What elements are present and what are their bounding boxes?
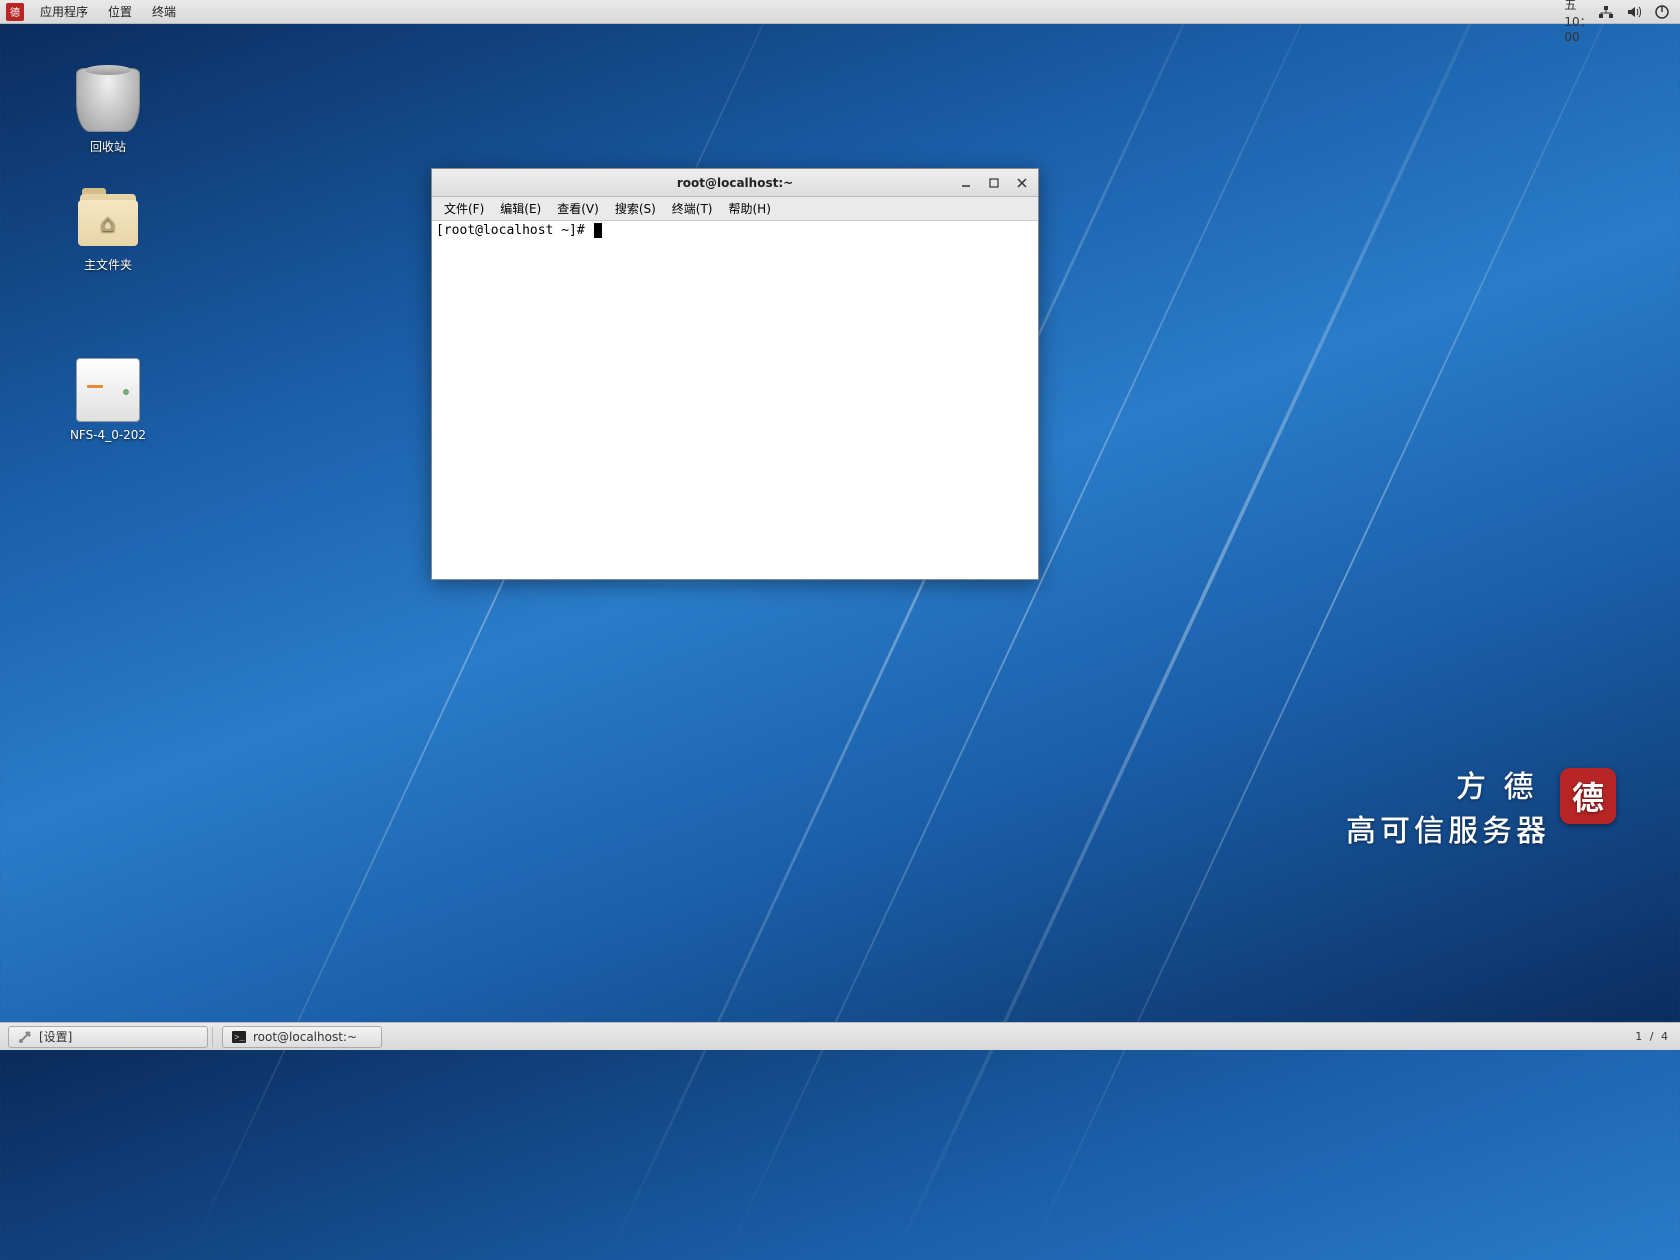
top-panel-left: 德 应用程序 位置 终端 [0, 0, 186, 23]
menu-terminal[interactable]: 终端(T) [664, 197, 721, 220]
distro-logo-icon[interactable]: 德 [6, 3, 24, 21]
terminal-window: root@localhost:~ 文件(F) 编辑(E) 查看(V) 搜索(S)… [431, 168, 1039, 580]
menu-terminal[interactable]: 终端 [142, 0, 186, 23]
network-icon[interactable] [1598, 4, 1614, 20]
bottom-panel-right: 1 / 4 [1625, 1030, 1680, 1043]
menu-applications[interactable]: 应用程序 [30, 0, 98, 23]
close-button[interactable] [1010, 173, 1034, 193]
desktop-icon-trash[interactable]: 回收站 [48, 68, 168, 155]
workspace-indicator[interactable]: 1 / 4 [1635, 1030, 1670, 1043]
top-panel: 德 应用程序 位置 终端 星期五 10：00 [0, 0, 1680, 24]
volume-icon[interactable] [1626, 4, 1642, 20]
watermark-logo-icon: 德 [1560, 768, 1616, 824]
menu-search[interactable]: 搜索(S) [607, 197, 664, 220]
desktop-icon-nfs[interactable]: NFS-4_0-202 [48, 358, 168, 442]
menu-places[interactable]: 位置 [98, 0, 142, 23]
terminal-cursor [594, 223, 602, 238]
watermark-line2: 高可信服务器 [1346, 806, 1550, 850]
terminal-menubar: 文件(F) 编辑(E) 查看(V) 搜索(S) 终端(T) 帮助(H) [432, 197, 1038, 221]
desktop-watermark: 方 德 高可信服务器 德 [1346, 762, 1550, 850]
window-controls [954, 169, 1034, 196]
minimize-button[interactable] [954, 173, 978, 193]
window-title: root@localhost:~ [432, 176, 1038, 190]
taskbar-item-settings[interactable]: [设置] [8, 1026, 208, 1048]
window-titlebar[interactable]: root@localhost:~ [432, 169, 1038, 197]
trash-icon [76, 68, 140, 132]
menu-help[interactable]: 帮助(H) [721, 197, 779, 220]
desktop-icon-label: NFS-4_0-202 [48, 428, 168, 442]
settings-icon [17, 1029, 33, 1045]
terminal-body[interactable]: [root@localhost ~]# [432, 221, 1038, 579]
menu-edit[interactable]: 编辑(E) [492, 197, 549, 220]
taskbar-item-label: [设置] [39, 1028, 72, 1045]
power-icon[interactable] [1654, 4, 1670, 20]
desktop-icon-label: 回收站 [48, 138, 168, 155]
drive-icon [76, 358, 140, 422]
menu-file[interactable]: 文件(F) [436, 197, 492, 220]
watermark-line1: 方 德 [1456, 762, 1550, 806]
terminal-icon: >_ [231, 1029, 247, 1045]
top-panel-right: 星期五 10：00 [1570, 4, 1680, 20]
taskbar-item-terminal[interactable]: >_ root@localhost:~ [222, 1026, 382, 1048]
clock-text[interactable]: 星期五 10：00 [1570, 4, 1586, 20]
maximize-button[interactable] [982, 173, 1006, 193]
taskbar-item-label: root@localhost:~ [253, 1030, 357, 1044]
folder-icon: ⌂ [76, 186, 140, 250]
bottom-panel: [设置] >_ root@localhost:~ 1 / 4 [0, 1022, 1680, 1050]
desktop-icon-label: 主文件夹 [48, 256, 168, 273]
terminal-prompt: [root@localhost ~]# [436, 223, 593, 238]
svg-text:>_: >_ [234, 1033, 245, 1043]
desktop-icon-home[interactable]: ⌂ 主文件夹 [48, 186, 168, 273]
menu-view[interactable]: 查看(V) [549, 197, 607, 220]
